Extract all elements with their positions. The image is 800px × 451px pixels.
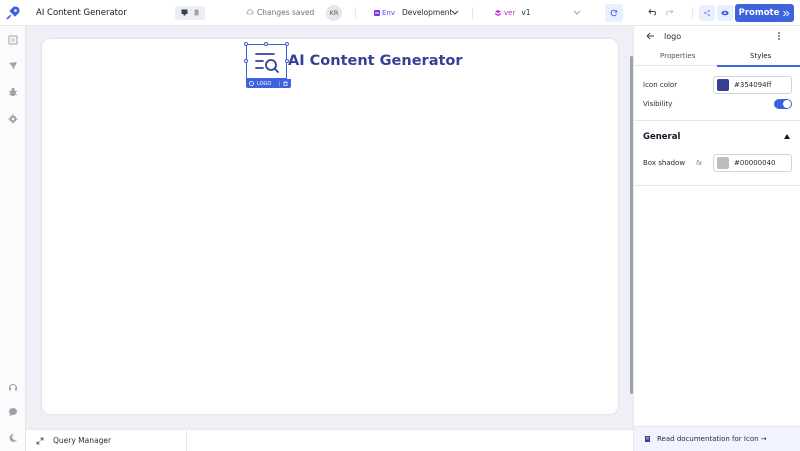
redo-icon[interactable] — [665, 8, 674, 18]
icon-color-label: Icon color — [643, 81, 678, 89]
book-icon — [645, 436, 650, 442]
panel-tabs: Properties Styles — [634, 48, 800, 67]
box-shadow-value: #00000040 — [734, 159, 776, 167]
section-general[interactable]: General — [643, 132, 680, 142]
env-value: Development — [402, 8, 453, 17]
documentation-link[interactable]: Read documentation for Icon → — [634, 426, 800, 451]
divider — [692, 7, 693, 19]
documentation-link-text: Read documentation for Icon → — [657, 435, 767, 443]
device-toggle[interactable] — [175, 6, 205, 20]
visibility-toggle[interactable] — [774, 99, 792, 109]
support-icon[interactable] — [7, 381, 19, 393]
divider — [472, 7, 473, 19]
chat-icon[interactable] — [7, 406, 19, 418]
arrow-left-icon[interactable] — [646, 32, 655, 42]
settings-icon[interactable] — [7, 113, 19, 125]
app-title[interactable]: AI Content Generator — [36, 8, 176, 18]
refresh-icon — [610, 9, 618, 17]
gear-icon — [249, 81, 254, 86]
resize-handle[interactable] — [244, 59, 248, 63]
version-label: ver — [504, 8, 516, 17]
app-canvas[interactable]: LOGO | AI Content Generator — [42, 39, 633, 414]
left-sidebar — [0, 26, 26, 451]
caret-up-icon[interactable] — [784, 134, 790, 139]
env-tag: Env — [374, 9, 395, 17]
divider — [634, 120, 800, 121]
resize-handle[interactable] — [264, 42, 268, 46]
preview-button[interactable] — [717, 5, 733, 21]
avatar[interactable]: KR — [326, 5, 342, 21]
undo-icon[interactable] — [648, 8, 657, 18]
canvas-area: LOGO | AI Content Generator — [26, 26, 633, 429]
trash-icon — [283, 81, 288, 86]
component-tag-label: LOGO — [257, 80, 272, 87]
eye-icon — [721, 10, 729, 16]
version-selector[interactable]: ver v1 — [495, 8, 531, 17]
resize-handle[interactable] — [244, 42, 248, 46]
box-shadow-field[interactable]: #00000040 — [713, 154, 792, 172]
tag-divider: | — [278, 80, 280, 87]
debugger-icon[interactable] — [7, 86, 19, 98]
logo-component[interactable] — [244, 42, 289, 79]
theme-icon[interactable] — [7, 432, 19, 444]
component-name[interactable]: logo — [664, 32, 681, 41]
double-chevron-right-icon — [783, 10, 791, 16]
tab-styles[interactable]: Styles — [750, 52, 771, 60]
share-button[interactable] — [699, 5, 715, 21]
box-shadow-label: Box shadow — [643, 159, 686, 167]
active-tab-indicator — [717, 65, 800, 67]
divider — [186, 430, 187, 451]
version-icon — [495, 9, 501, 16]
query-icon[interactable] — [7, 60, 19, 72]
environment-selector[interactable]: Env Development — [374, 8, 453, 17]
desktop-icon[interactable] — [181, 9, 188, 18]
icon-color-value: #354094ff — [734, 81, 772, 89]
chevron-down-icon[interactable] — [573, 8, 581, 18]
chevron-down-icon[interactable] — [451, 8, 459, 18]
box-shadow-swatch[interactable] — [717, 157, 729, 169]
version-value: v1 — [521, 8, 531, 17]
page-heading[interactable]: AI Content Generator — [288, 53, 463, 69]
query-manager-label: Query Manager — [53, 436, 112, 445]
fx-toggle[interactable]: fx — [696, 159, 702, 167]
visibility-label: Visibility — [643, 100, 673, 108]
share-icon — [703, 9, 711, 17]
bottom-bar: Query Manager — [26, 429, 633, 451]
search-document-icon — [255, 53, 279, 73]
properties-panel: logo Properties Styles Icon color #35409… — [633, 26, 800, 451]
refresh-button[interactable] — [605, 4, 623, 22]
divider — [634, 185, 800, 186]
rocket-logo-icon[interactable] — [0, 0, 26, 26]
pages-icon[interactable] — [7, 34, 19, 46]
promote-button[interactable]: Promote — [735, 4, 794, 22]
expand-icon — [36, 437, 44, 444]
tab-properties[interactable]: Properties — [660, 52, 695, 60]
icon-color-swatch[interactable] — [717, 79, 729, 91]
environment-icon — [374, 9, 380, 16]
save-status: Changes saved — [246, 8, 314, 17]
divider — [355, 7, 356, 19]
save-status-text: Changes saved — [257, 8, 315, 17]
cloud-check-icon — [246, 8, 254, 17]
resize-handle[interactable] — [285, 42, 289, 46]
icon-color-field[interactable]: #354094ff — [713, 76, 792, 94]
toggle-knob — [783, 100, 791, 108]
more-vertical-icon[interactable] — [777, 31, 781, 43]
promote-label: Promote — [738, 8, 780, 18]
component-tag[interactable]: LOGO | — [246, 79, 291, 88]
query-manager-toggle[interactable]: Query Manager — [36, 436, 111, 445]
env-label: Env — [382, 8, 396, 17]
mobile-icon[interactable] — [194, 9, 199, 18]
